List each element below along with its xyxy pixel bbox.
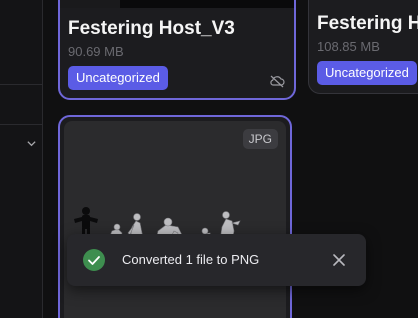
asset-card[interactable]: Festering Host_V3 90.69 MB Uncategorized	[58, 0, 296, 100]
chevron-down-icon[interactable]	[26, 138, 37, 149]
category-tag[interactable]: Uncategorized	[317, 61, 417, 85]
sidebar-divider	[0, 124, 42, 125]
app-root: Festering Host_V3 90.69 MB Uncategorized…	[0, 0, 418, 318]
asset-card-preview[interactable]: JPG	[58, 115, 292, 318]
cloud-off-icon[interactable]	[269, 74, 285, 88]
card-file-size: 90.69 MB	[68, 44, 124, 59]
category-tag[interactable]: Uncategorized	[68, 66, 168, 90]
thumbnail-image: JPG	[64, 121, 286, 318]
toast-notification: Converted 1 file to PNG	[67, 234, 366, 286]
format-badge: JPG	[242, 129, 278, 149]
check-circle-icon	[83, 249, 105, 271]
sidebar-divider	[0, 84, 42, 85]
close-icon[interactable]	[332, 253, 346, 267]
sidebar	[0, 0, 43, 318]
toast-message: Converted 1 file to PNG	[122, 252, 260, 267]
card-title: Festering Host_V3	[68, 18, 235, 39]
card-title: Festering Ho	[317, 13, 418, 34]
asset-card[interactable]: Festering Ho 108.85 MB Uncategorized	[308, 0, 418, 94]
card-file-size: 108.85 MB	[317, 39, 380, 54]
